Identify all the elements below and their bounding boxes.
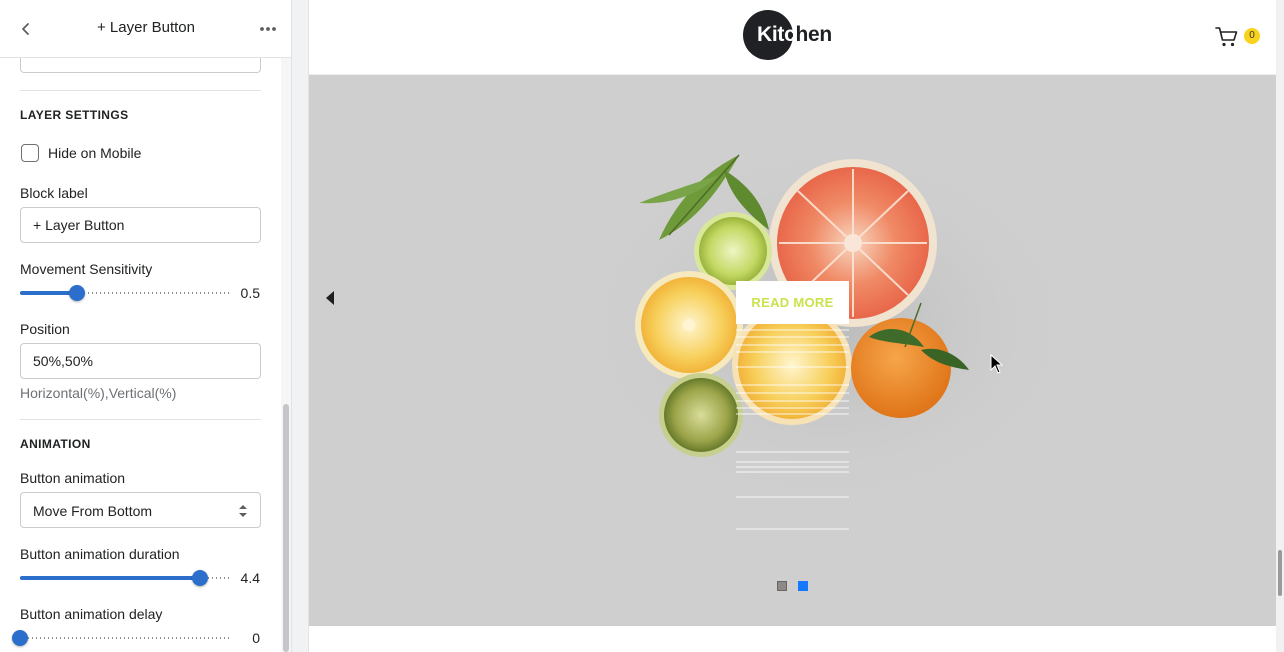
hide-on-mobile-checkbox[interactable]: [21, 144, 39, 162]
block-label-label: Block label: [20, 185, 88, 201]
button-animation-value: Move From Bottom: [33, 503, 153, 519]
sidebar-scrollbar[interactable]: [281, 58, 291, 652]
animation-heading: ANIMATION: [20, 437, 91, 451]
animation-duration-value: 4.4: [240, 570, 260, 586]
animation-duration-slider[interactable]: [20, 568, 232, 588]
theme-preview: Kitchen 0 READ MORE: [308, 0, 1277, 652]
mouse-pointer-icon: [990, 354, 1004, 374]
movement-sensitivity-value: 0.5: [240, 285, 260, 301]
animation-delay-label: Button animation delay: [20, 606, 163, 622]
block-label-input[interactable]: [20, 207, 261, 243]
triangle-left-icon[interactable]: [323, 289, 337, 307]
select-arrows-icon: [239, 505, 247, 517]
slider-fill: [20, 576, 201, 580]
movement-sensitivity-label: Movement Sensitivity: [20, 261, 153, 277]
read-more-button[interactable]: READ MORE: [736, 281, 849, 324]
section-divider: [20, 419, 261, 420]
slider-track: [20, 637, 232, 639]
settings-sidebar: LAYER SETTINGS Hide on Mobile Block labe…: [0, 0, 292, 652]
slideshow: READ MORE: [309, 75, 1277, 626]
position-label: Position: [20, 321, 70, 337]
slider-thumb[interactable]: [12, 630, 28, 646]
layer-settings-heading: LAYER SETTINGS: [20, 108, 129, 122]
button-animation-label: Button animation: [20, 470, 126, 486]
slide-dot-2-active[interactable]: [798, 581, 808, 591]
cart-icon: [1215, 27, 1238, 47]
logo-text: Kitchen: [757, 23, 832, 46]
animation-duration-label: Button animation duration: [20, 546, 180, 562]
page-scrollbar-thumb[interactable]: [1278, 550, 1282, 596]
cart-count-badge: 0: [1244, 28, 1260, 44]
position-input[interactable]: [20, 343, 261, 379]
store-logo[interactable]: Kitchen: [743, 10, 847, 60]
hide-on-mobile-label[interactable]: Hide on Mobile: [48, 145, 141, 161]
more-actions-button[interactable]: [256, 17, 280, 41]
animation-delay-value: 0: [252, 630, 260, 646]
button-animation-select[interactable]: Move From Bottom: [20, 492, 261, 528]
site-header: Kitchen 0: [309, 0, 1277, 75]
cart-button[interactable]: 0: [1215, 24, 1261, 50]
slider-thumb[interactable]: [69, 285, 86, 301]
more-horizontal-icon: [260, 27, 276, 31]
position-help-text: Horizontal(%),Vertical(%): [20, 385, 177, 401]
citrus-fruit-image: [569, 135, 1089, 530]
page-scrollbar[interactable]: [1276, 0, 1284, 652]
sidebar-title: + Layer Button: [97, 19, 195, 36]
animation-delay-slider[interactable]: [12, 628, 232, 648]
sidebar-scrollbar-thumb[interactable]: [283, 404, 289, 652]
sidebar-header: + Layer Button: [0, 0, 291, 58]
section-divider: [20, 90, 261, 91]
slider-thumb[interactable]: [192, 570, 209, 586]
slide-dot-1[interactable]: [777, 581, 787, 591]
movement-sensitivity-slider[interactable]: [20, 283, 232, 303]
